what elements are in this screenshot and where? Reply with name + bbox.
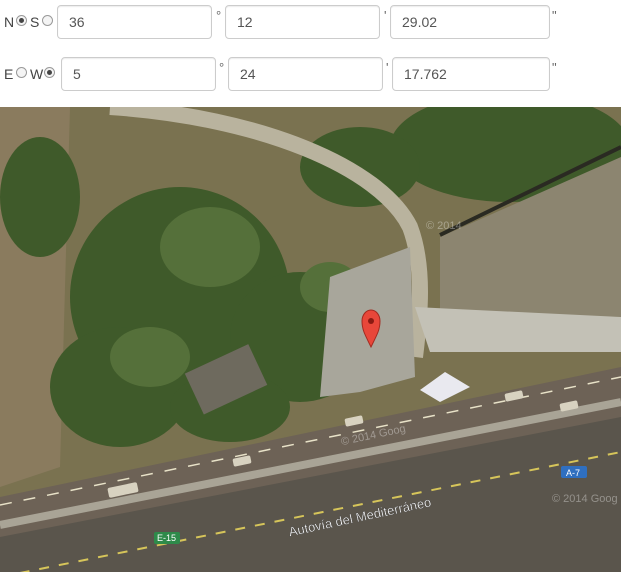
minute-symbol: ' [384, 8, 387, 23]
latitude-minutes-input[interactable]: 12 [225, 5, 380, 39]
latitude-degrees-input[interactable]: 36 [57, 5, 212, 39]
a7-shield-label: A-7 [566, 468, 580, 478]
east-radio[interactable] [16, 67, 27, 78]
second-symbol: " [552, 8, 557, 23]
south-label: S [30, 14, 40, 30]
second-symbol: " [552, 60, 557, 75]
copyright-watermark: © 2014 [426, 220, 462, 232]
west-label: W [30, 66, 44, 82]
minute-symbol: ' [386, 60, 389, 75]
west-radio[interactable] [44, 67, 55, 78]
degree-symbol: ° [219, 60, 225, 75]
east-label: E [4, 66, 14, 82]
longitude-minutes-input[interactable]: 24 [228, 57, 383, 91]
longitude-degrees-input[interactable]: 5 [61, 57, 216, 91]
north-radio[interactable] [16, 15, 27, 26]
map-canvas[interactable]: Autovía del Mediterráneo A-7 E-15 © 2014… [0, 107, 621, 572]
copyright-watermark: © 2014 Goog [552, 493, 618, 505]
e15-shield-label: E-15 [157, 533, 176, 543]
latitude-seconds-input[interactable]: 29.02 [390, 5, 550, 39]
satellite-map[interactable]: Autovía del Mediterráneo A-7 E-15 © 2014… [0, 107, 621, 572]
longitude-row: E W 5 ° 24 ' 17.762 " [0, 57, 621, 93]
latitude-row: N S 36 ° 12 ' 29.02 " [0, 5, 621, 41]
north-label: N [4, 14, 15, 30]
south-radio[interactable] [42, 15, 53, 26]
degree-symbol: ° [216, 8, 222, 23]
longitude-seconds-input[interactable]: 17.762 [392, 57, 550, 91]
